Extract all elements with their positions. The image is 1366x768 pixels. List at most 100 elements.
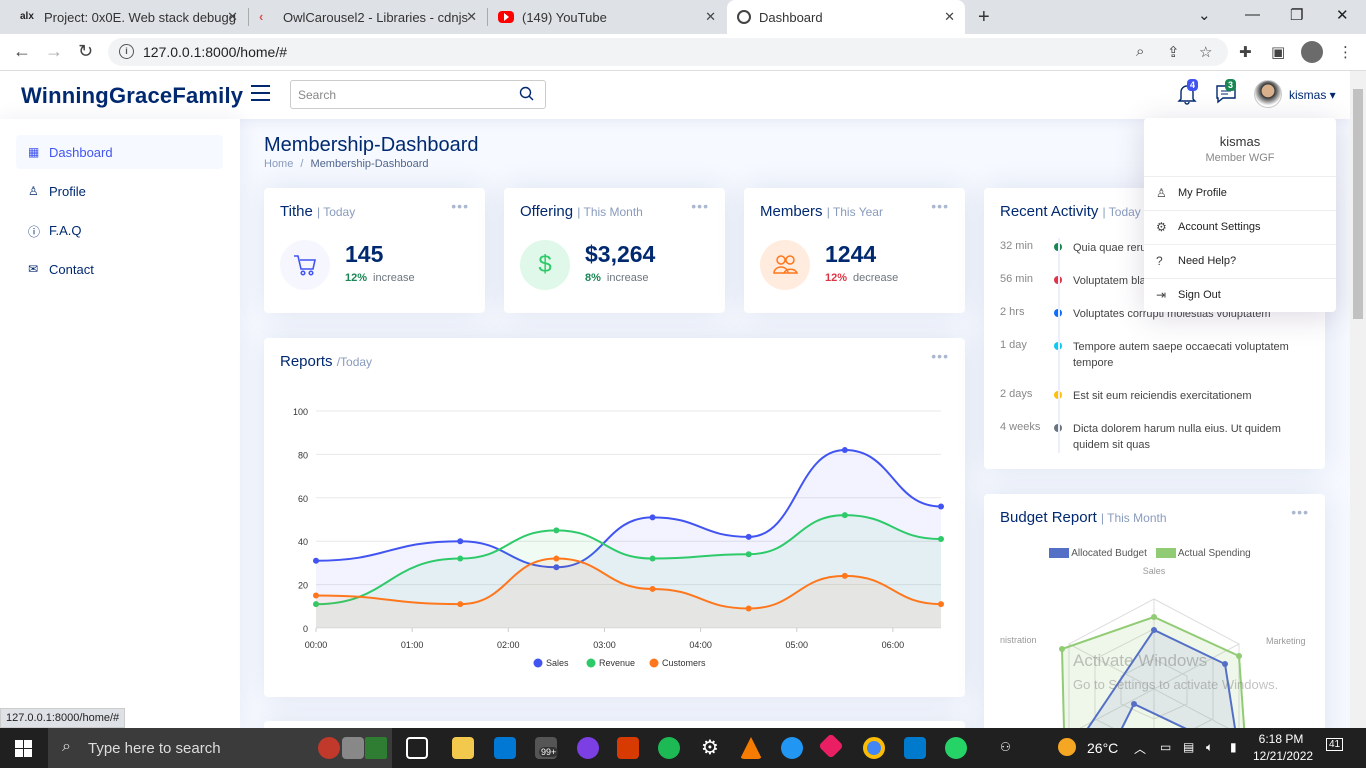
sidebar-item-dashboard[interactable]: ▦ Dashboard [16, 135, 223, 169]
y-tick-label: 80 [298, 450, 308, 460]
status-url-bubble: 127.0.0.1:8000/home/# [0, 708, 126, 728]
mail-icon[interactable]: 99+ [535, 737, 559, 759]
people-icon[interactable]: ⚇ [1000, 740, 1011, 754]
whatsapp-icon[interactable] [945, 737, 967, 759]
vlc-icon[interactable] [740, 737, 762, 759]
data-point [649, 585, 656, 592]
activity-time: 2 days [1000, 388, 1033, 400]
close-tab-icon[interactable]: ✕ [466, 9, 477, 25]
y-tick-label: 60 [298, 494, 308, 504]
search-input[interactable]: Search [290, 80, 546, 109]
page-scrollbar[interactable] [1350, 71, 1366, 728]
data-point [841, 512, 848, 519]
browser-tab-bar: alx Project: 0x0E. Web stack debugg ✕ ‹ … [0, 0, 1366, 34]
menu-toggle-icon[interactable] [251, 85, 270, 101]
browser-tab-cdnjs[interactable]: ‹ OwlCarousel2 - Libraries - cdnjs ✕ [249, 0, 487, 34]
spotify-icon[interactable] [658, 737, 680, 759]
bookmark-star-icon[interactable]: ☆ [1199, 43, 1212, 61]
maximize-button[interactable]: ❐ [1290, 6, 1303, 24]
git-icon[interactable] [818, 733, 844, 759]
forward-button[interactable]: → [45, 41, 63, 62]
address-bar-area: ← → ↻ i 127.0.0.1:8000/home/# ⌕ ⇪ ☆ ✚ ▣ … [0, 34, 1366, 71]
search-icon[interactable] [519, 86, 535, 102]
battery-icon[interactable]: ▮ [1230, 740, 1237, 754]
taskbar-search-input[interactable]: ⌕ Type here to search [48, 728, 392, 768]
clock[interactable]: 6:18 PM 12/21/2022 [1253, 732, 1313, 763]
card-options-icon[interactable]: ••• [451, 198, 469, 214]
file-explorer-icon[interactable] [452, 737, 474, 759]
windows-start-icon[interactable] [15, 740, 32, 757]
info-icon[interactable]: i [119, 44, 134, 59]
menu-icon[interactable]: ⋮ [1338, 43, 1353, 61]
breadcrumb-home[interactable]: Home [264, 158, 293, 170]
x-tick-label: 02:00 [497, 640, 520, 650]
sign-out-menu-item[interactable]: ⇥ Sign Out [1144, 278, 1336, 312]
microsoft-store-icon[interactable] [494, 737, 516, 759]
christmas-hat-icon [318, 737, 340, 759]
cdnjs-icon: ‹ [259, 9, 264, 24]
user-avatar[interactable] [1254, 80, 1282, 108]
sidebar-item-contact[interactable]: ✉ Contact [16, 252, 223, 286]
user-menu-toggle[interactable]: kismas ▾ [1289, 88, 1336, 102]
close-tab-icon[interactable]: ✕ [944, 9, 955, 25]
activity-time: 32 min [1000, 240, 1034, 252]
vscode-icon[interactable] [904, 737, 926, 759]
tab-search-icon[interactable]: ⌄ [1198, 6, 1211, 24]
settings-gear-icon[interactable]: ⚙ [699, 737, 721, 759]
zoom-icon[interactable]: ⌕ [1136, 43, 1144, 60]
windows-taskbar: ⌕ Type here to search 99+ ⚙ ⚇ 26°C ︿ ▭ ▤… [0, 728, 1366, 768]
need-help-menu-item[interactable]: ? Need Help? [1144, 244, 1336, 278]
device-icon[interactable]: ▭ [1160, 740, 1171, 754]
brave-browser-icon[interactable] [577, 737, 599, 759]
card-options-icon[interactable]: ••• [1291, 504, 1309, 520]
card-options-icon[interactable]: ••• [931, 198, 949, 214]
sidebar-item-profile[interactable]: ♙ Profile [16, 174, 223, 208]
chrome-icon[interactable] [863, 737, 885, 759]
notifications-bell-icon[interactable]: 4 [1177, 79, 1199, 110]
site-header: WinningGraceFamily Search 4 3 kismas ▾ [0, 71, 1350, 119]
gear-icon: ⚙ [1156, 220, 1167, 234]
data-point [553, 555, 560, 562]
close-tab-icon[interactable]: ✕ [705, 9, 716, 25]
site-logo[interactable]: WinningGraceFamily [21, 83, 243, 109]
cortana-icon[interactable] [781, 737, 803, 759]
question-icon: ⓘ [28, 225, 41, 239]
account-settings-menu-item[interactable]: ⚙ Account Settings [1144, 210, 1336, 244]
office-icon[interactable] [617, 737, 639, 759]
card-options-icon[interactable]: ••• [691, 198, 709, 214]
weather-icon[interactable] [1058, 738, 1076, 756]
side-panel-icon[interactable]: ▣ [1271, 43, 1285, 61]
chevron-up-icon[interactable]: ︿ [1134, 740, 1146, 757]
reports-chart: 0 20 40 60 80 100 00:00 01:00 02:00 03:00 04:00 05:… [293, 407, 944, 668]
reload-button[interactable]: ↻ [78, 41, 93, 62]
data-point [313, 557, 319, 564]
x-tick-label: 00:00 [305, 640, 328, 650]
browser-tab-youtube[interactable]: (149) YouTube ✕ [488, 0, 726, 34]
network-icon[interactable]: ▤ [1183, 740, 1194, 754]
legend-label: Customers [662, 658, 706, 668]
notification-count-badge: 4 [1187, 79, 1199, 91]
legend-label: Revenue [599, 658, 635, 668]
volume-icon[interactable]: 🔈︎ [1206, 740, 1213, 755]
notification-center-icon[interactable]: 41 [1326, 738, 1344, 751]
close-window-button[interactable]: ✕ [1336, 6, 1349, 24]
profile-avatar-icon[interactable] [1301, 41, 1323, 63]
scrollbar-thumb[interactable] [1353, 89, 1363, 319]
my-profile-menu-item[interactable]: ♙ My Profile [1144, 176, 1336, 210]
minimize-button[interactable]: — [1245, 6, 1260, 23]
message-count-badge: 3 [1225, 79, 1237, 91]
messages-chat-icon[interactable]: 3 [1215, 79, 1237, 110]
new-tab-button[interactable]: + [978, 6, 990, 29]
extensions-icon[interactable]: ✚ [1239, 43, 1252, 61]
x-tick-label: 04:00 [689, 640, 712, 650]
weather-temperature[interactable]: 26°C [1087, 740, 1118, 756]
back-button[interactable]: ← [13, 41, 31, 62]
url-input[interactable]: i 127.0.0.1:8000/home/# [108, 38, 1228, 66]
close-tab-icon[interactable]: ✕ [227, 9, 238, 25]
share-icon[interactable]: ⇪ [1167, 43, 1180, 61]
browser-tab-dashboard[interactable]: Dashboard ✕ [727, 0, 965, 34]
sidebar-item-faq[interactable]: ⓘ F.A.Q [16, 213, 223, 247]
browser-tab-alx[interactable]: alx Project: 0x0E. Web stack debugg ✕ [10, 0, 248, 34]
data-point [745, 605, 752, 612]
task-view-icon[interactable] [406, 737, 428, 759]
